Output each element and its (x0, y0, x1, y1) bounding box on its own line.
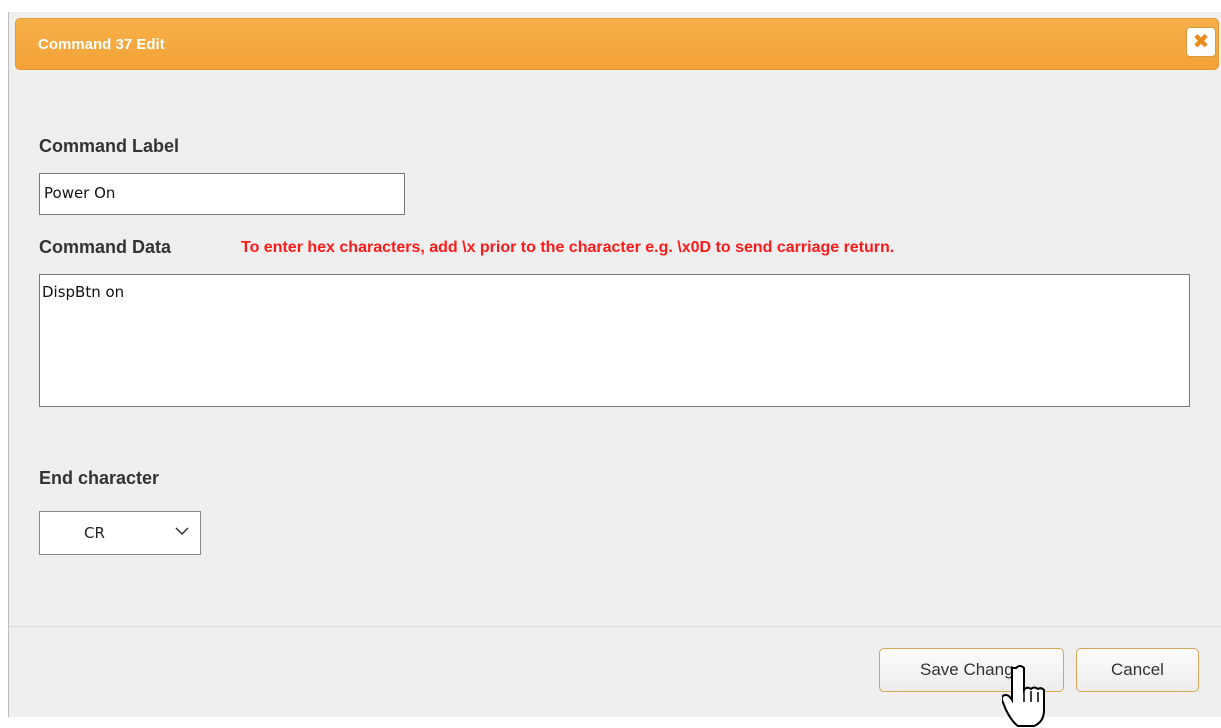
hex-hint-text: To enter hex characters, add \x prior to… (241, 239, 895, 256)
command-data-heading: Command Data (39, 237, 172, 257)
cancel-button[interactable]: Cancel (1076, 648, 1199, 692)
command-label-input[interactable]: Power On (39, 173, 405, 215)
close-icon: ✖ (1192, 31, 1210, 53)
close-button[interactable]: ✖ (1186, 27, 1216, 57)
chevron-down-icon (175, 527, 189, 536)
command-data-textarea[interactable]: DispBtn on (39, 274, 1190, 407)
dialog-title: Command 37 Edit (38, 36, 165, 53)
command-label-heading: Command Label (39, 136, 180, 156)
end-character-value: CR (84, 524, 105, 542)
end-character-heading: End character (39, 468, 160, 488)
command-edit-dialog: Command 37 Edit ✖ Command Label Power On… (8, 12, 1221, 727)
save-change-button[interactable]: Save Change (879, 648, 1064, 692)
dialog-titlebar: Command 37 Edit ✖ (15, 18, 1219, 70)
end-character-select[interactable]: CR (39, 511, 201, 555)
footer-divider (9, 626, 1221, 627)
